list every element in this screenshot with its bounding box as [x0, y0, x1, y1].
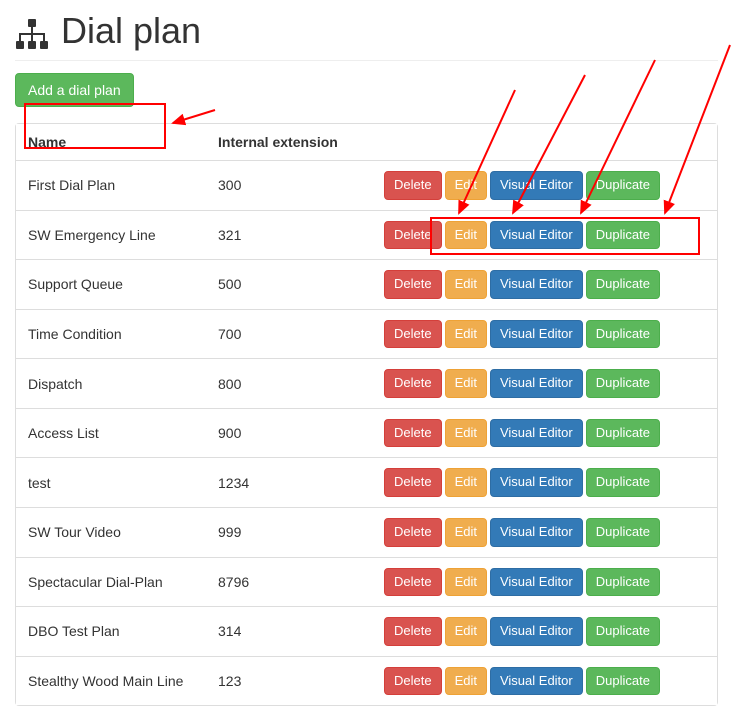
cell-extension: 8796	[206, 557, 356, 607]
edit-button[interactable]: Edit	[445, 221, 487, 250]
cell-name: test	[16, 458, 206, 508]
cell-actions: DeleteEditVisual EditorDuplicate	[356, 656, 717, 705]
duplicate-button[interactable]: Duplicate	[586, 518, 660, 547]
add-dial-plan-button[interactable]: Add a dial plan	[15, 73, 134, 107]
delete-button[interactable]: Delete	[384, 419, 442, 448]
cell-name: Stealthy Wood Main Line	[16, 656, 206, 705]
col-header-name: Name	[16, 124, 206, 161]
cell-actions: DeleteEditVisual EditorDuplicate	[356, 210, 717, 260]
annotation-arrow-add	[173, 110, 215, 123]
visual-editor-button[interactable]: Visual Editor	[490, 221, 583, 250]
cell-name: Access List	[16, 408, 206, 458]
cell-name: SW Emergency Line	[16, 210, 206, 260]
visual-editor-button[interactable]: Visual Editor	[490, 568, 583, 597]
edit-button[interactable]: Edit	[445, 667, 487, 696]
table-row: DBO Test Plan314DeleteEditVisual EditorD…	[16, 607, 717, 657]
cell-actions: DeleteEditVisual EditorDuplicate	[356, 359, 717, 409]
duplicate-button[interactable]: Duplicate	[586, 419, 660, 448]
cell-name: Spectacular Dial-Plan	[16, 557, 206, 607]
cell-extension: 314	[206, 607, 356, 657]
cell-name: DBO Test Plan	[16, 607, 206, 657]
duplicate-button[interactable]: Duplicate	[586, 270, 660, 299]
visual-editor-button[interactable]: Visual Editor	[490, 419, 583, 448]
delete-button[interactable]: Delete	[384, 468, 442, 497]
duplicate-button[interactable]: Duplicate	[586, 171, 660, 200]
visual-editor-button[interactable]: Visual Editor	[490, 320, 583, 349]
edit-button[interactable]: Edit	[445, 270, 487, 299]
table-row: First Dial Plan300DeleteEditVisual Edito…	[16, 161, 717, 211]
col-header-ext: Internal extension	[206, 124, 356, 161]
edit-button[interactable]: Edit	[445, 518, 487, 547]
visual-editor-button[interactable]: Visual Editor	[490, 270, 583, 299]
cell-extension: 300	[206, 161, 356, 211]
cell-extension: 900	[206, 408, 356, 458]
edit-button[interactable]: Edit	[445, 419, 487, 448]
page-title-text: Dial plan	[61, 10, 201, 52]
cell-actions: DeleteEditVisual EditorDuplicate	[356, 507, 717, 557]
edit-button[interactable]: Edit	[445, 617, 487, 646]
cell-extension: 999	[206, 507, 356, 557]
table-row: test1234DeleteEditVisual EditorDuplicate	[16, 458, 717, 508]
delete-button[interactable]: Delete	[384, 518, 442, 547]
cell-extension: 321	[206, 210, 356, 260]
visual-editor-button[interactable]: Visual Editor	[490, 617, 583, 646]
duplicate-button[interactable]: Duplicate	[586, 468, 660, 497]
duplicate-button[interactable]: Duplicate	[586, 320, 660, 349]
cell-actions: DeleteEditVisual EditorDuplicate	[356, 408, 717, 458]
cell-name: SW Tour Video	[16, 507, 206, 557]
table-row: Stealthy Wood Main Line123DeleteEditVisu…	[16, 656, 717, 705]
cell-actions: DeleteEditVisual EditorDuplicate	[356, 309, 717, 359]
visual-editor-button[interactable]: Visual Editor	[490, 667, 583, 696]
edit-button[interactable]: Edit	[445, 171, 487, 200]
dial-plan-table: Name Internal extension First Dial Plan3…	[16, 124, 717, 705]
cell-extension: 1234	[206, 458, 356, 508]
delete-button[interactable]: Delete	[384, 171, 442, 200]
visual-editor-button[interactable]: Visual Editor	[490, 369, 583, 398]
delete-button[interactable]: Delete	[384, 568, 442, 597]
cell-extension: 500	[206, 260, 356, 310]
table-row: Support Queue500DeleteEditVisual EditorD…	[16, 260, 717, 310]
delete-button[interactable]: Delete	[384, 221, 442, 250]
cell-extension: 700	[206, 309, 356, 359]
duplicate-button[interactable]: Duplicate	[586, 617, 660, 646]
cell-actions: DeleteEditVisual EditorDuplicate	[356, 607, 717, 657]
delete-button[interactable]: Delete	[384, 617, 442, 646]
table-row: SW Emergency Line321DeleteEditVisual Edi…	[16, 210, 717, 260]
cell-extension: 800	[206, 359, 356, 409]
delete-button[interactable]: Delete	[384, 667, 442, 696]
cell-actions: DeleteEditVisual EditorDuplicate	[356, 260, 717, 310]
cell-name: Support Queue	[16, 260, 206, 310]
visual-editor-button[interactable]: Visual Editor	[490, 468, 583, 497]
cell-actions: DeleteEditVisual EditorDuplicate	[356, 458, 717, 508]
edit-button[interactable]: Edit	[445, 568, 487, 597]
duplicate-button[interactable]: Duplicate	[586, 667, 660, 696]
edit-button[interactable]: Edit	[445, 468, 487, 497]
cell-extension: 123	[206, 656, 356, 705]
edit-button[interactable]: Edit	[445, 320, 487, 349]
duplicate-button[interactable]: Duplicate	[586, 369, 660, 398]
cell-actions: DeleteEditVisual EditorDuplicate	[356, 557, 717, 607]
delete-button[interactable]: Delete	[384, 270, 442, 299]
duplicate-button[interactable]: Duplicate	[586, 568, 660, 597]
cell-actions: DeleteEditVisual EditorDuplicate	[356, 161, 717, 211]
visual-editor-button[interactable]: Visual Editor	[490, 171, 583, 200]
col-header-actions	[356, 124, 717, 161]
delete-button[interactable]: Delete	[384, 320, 442, 349]
visual-editor-button[interactable]: Visual Editor	[490, 518, 583, 547]
cell-name: Time Condition	[16, 309, 206, 359]
table-row: SW Tour Video999DeleteEditVisual EditorD…	[16, 507, 717, 557]
cell-name: Dispatch	[16, 359, 206, 409]
cell-name: First Dial Plan	[16, 161, 206, 211]
sitemap-icon	[15, 16, 49, 46]
table-row: Access List900DeleteEditVisual EditorDup…	[16, 408, 717, 458]
duplicate-button[interactable]: Duplicate	[586, 221, 660, 250]
table-row: Dispatch800DeleteEditVisual EditorDuplic…	[16, 359, 717, 409]
edit-button[interactable]: Edit	[445, 369, 487, 398]
delete-button[interactable]: Delete	[384, 369, 442, 398]
table-row: Time Condition700DeleteEditVisual Editor…	[16, 309, 717, 359]
page-title: Dial plan	[15, 10, 718, 61]
table-row: Spectacular Dial-Plan8796DeleteEditVisua…	[16, 557, 717, 607]
